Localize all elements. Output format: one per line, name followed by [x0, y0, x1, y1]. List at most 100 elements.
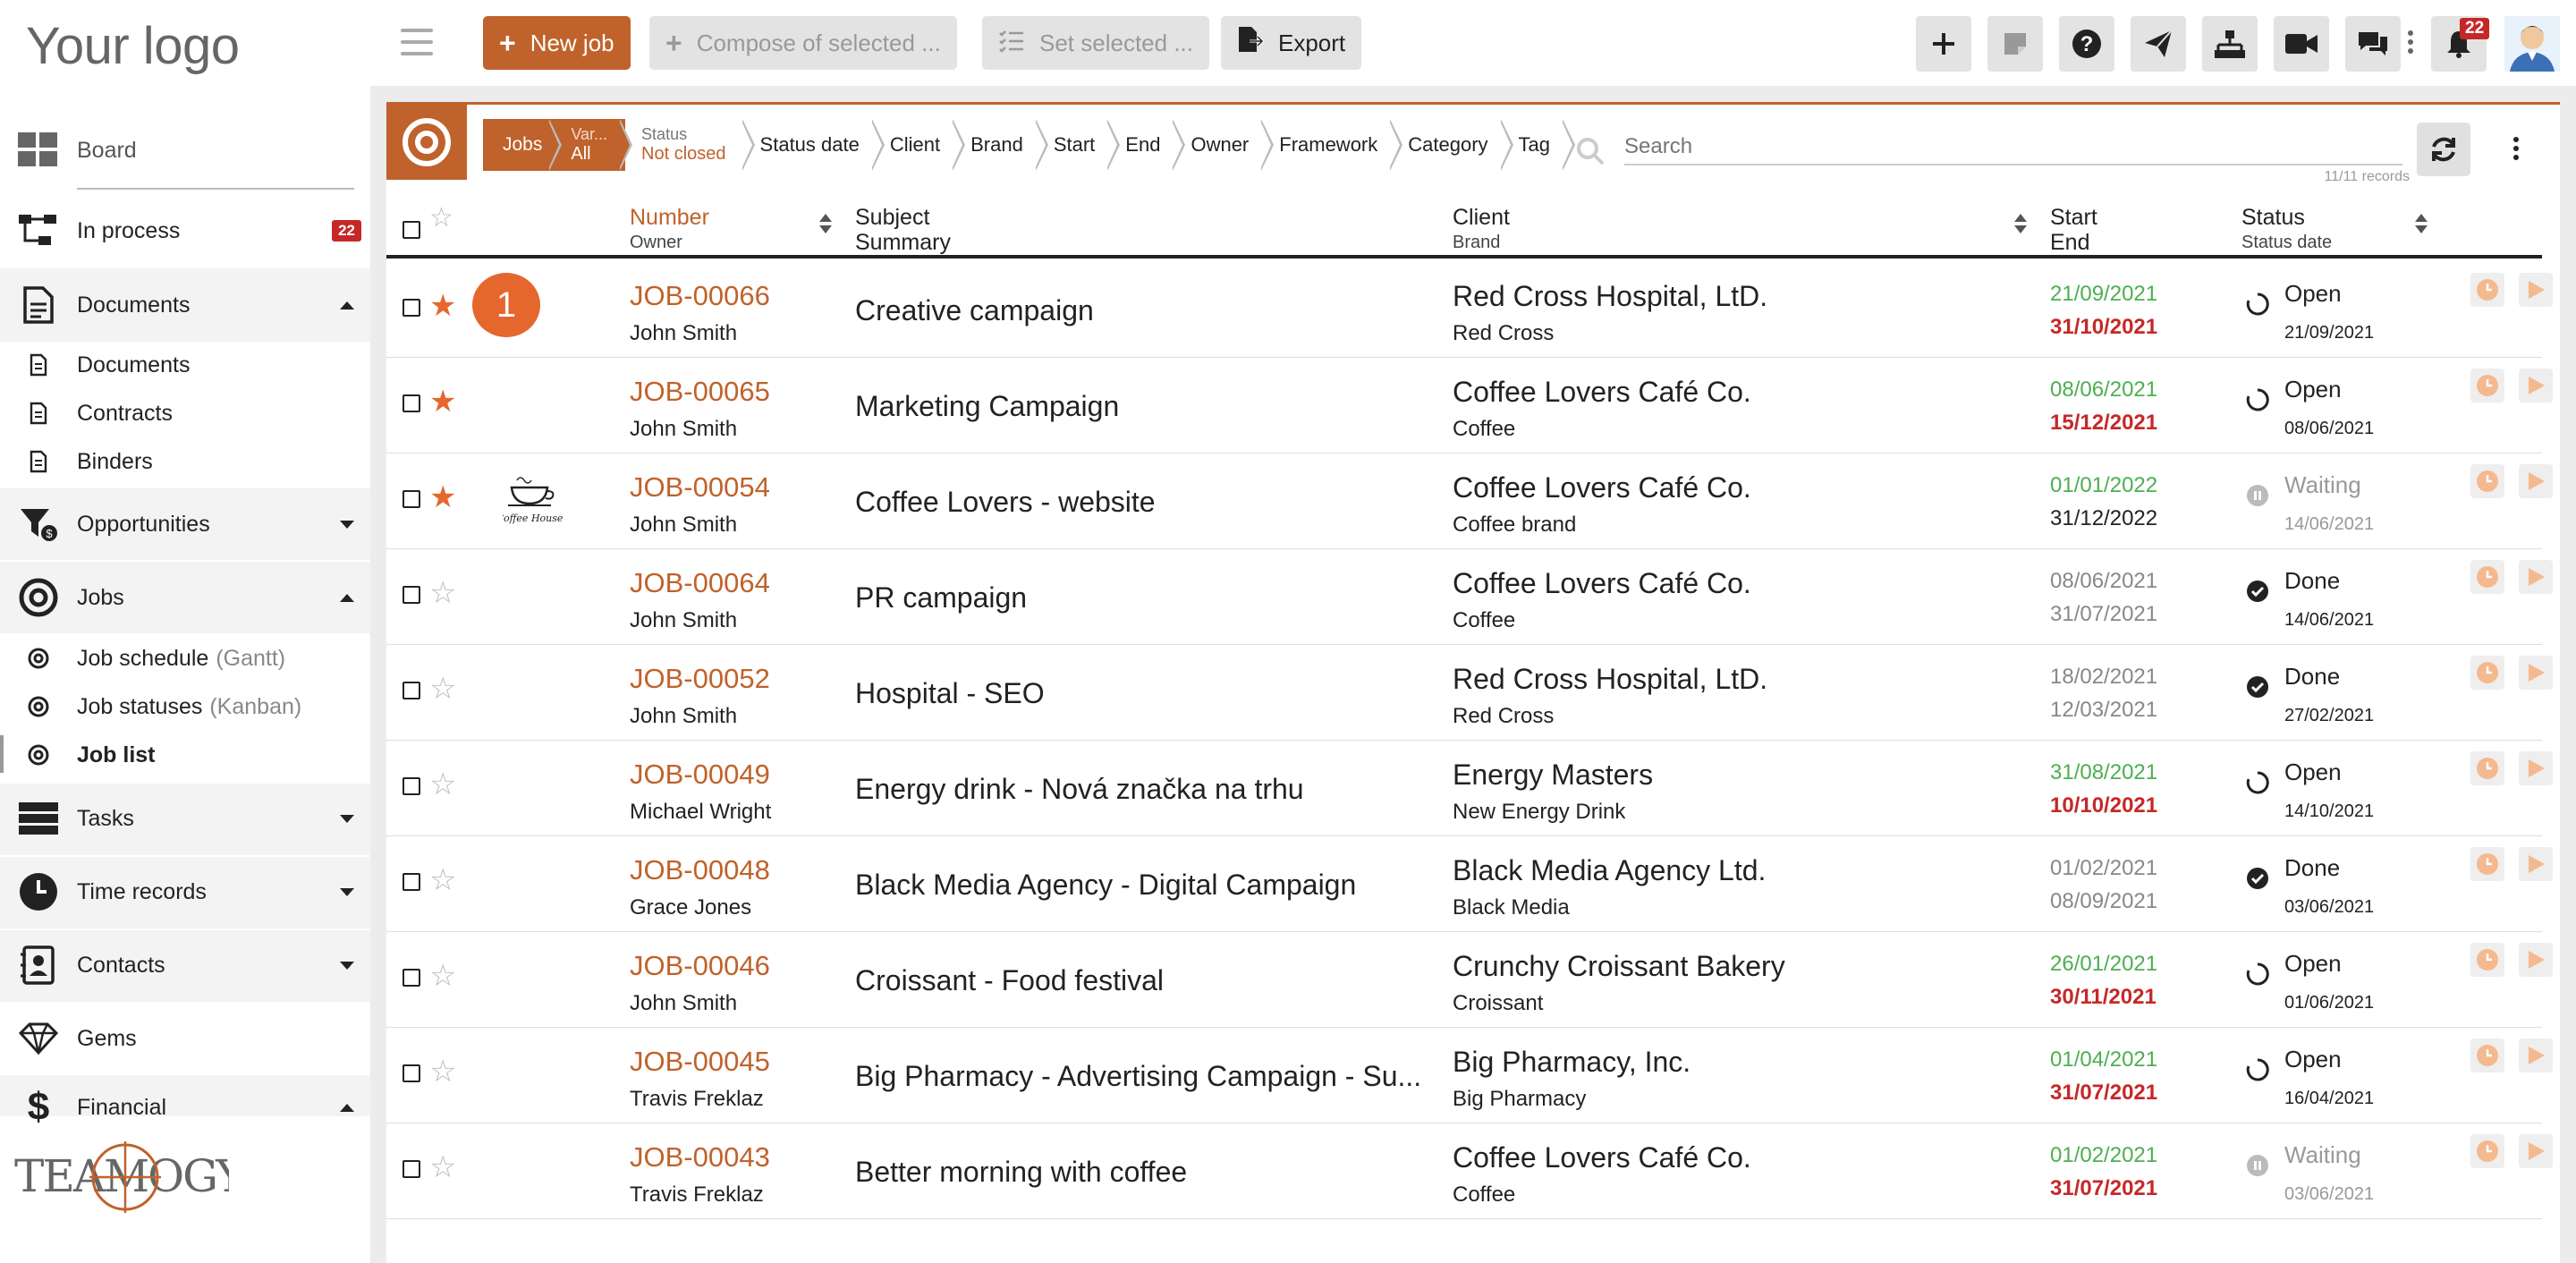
table-row[interactable]: ☆ JOB-00052 John Smith Hospital - SEO Red Cr… [386, 645, 2553, 741]
sidebar-subitem-binders[interactable]: Binders [0, 444, 370, 479]
table-row[interactable]: ☆ JOB-00045 Travis Freklaz Big Pharmacy - A… [386, 1028, 2553, 1123]
sidebar-item-time-records[interactable]: Time records [0, 864, 370, 920]
help-button[interactable]: ? [2059, 16, 2114, 72]
job-number-link[interactable]: JOB-00046 [630, 950, 770, 982]
filter-status[interactable]: Status Not closed [625, 119, 755, 171]
job-number-link[interactable]: JOB-00049 [630, 759, 770, 791]
job-subject[interactable]: Marketing Campaign [855, 390, 1428, 423]
star-outline-icon[interactable]: ☆ [429, 578, 456, 608]
sidebar-subitem-documents[interactable]: Documents [0, 347, 370, 383]
user-avatar[interactable] [2504, 16, 2560, 72]
job-number-link[interactable]: JOB-00048 [630, 854, 770, 886]
job-subject[interactable]: Coffee Lovers - website [855, 486, 1428, 519]
job-number-link[interactable]: JOB-00066 [630, 280, 770, 312]
chevron-up-icon[interactable] [340, 1103, 354, 1112]
job-client[interactable]: Coffee Lovers Café Co. [1453, 567, 1751, 600]
filter-tag[interactable]: Tag [1506, 119, 1576, 171]
table-row[interactable]: ☆ JOB-00064 John Smith PR campaign Coffee Lo… [386, 549, 2553, 645]
job-client[interactable]: Big Pharmacy, Inc. [1453, 1046, 1690, 1079]
start-timer-button[interactable] [2519, 369, 2553, 403]
star-header-icon[interactable]: ☆ [429, 203, 453, 233]
filter-tab-jobs[interactable]: Jobs [483, 119, 563, 171]
job-subject[interactable]: Big Pharmacy - Advertising Campaign - Su… [855, 1060, 1428, 1093]
chevron-up-icon[interactable] [340, 593, 354, 602]
sidebar-subitem-contracts[interactable]: Contracts [0, 395, 370, 431]
sort-icon[interactable] [2014, 214, 2027, 233]
job-subject[interactable]: Black Media Agency - Digital Campaign [855, 869, 1428, 902]
time-tracking-button[interactable] [2470, 847, 2504, 881]
col-subject[interactable]: Subject Summary [855, 205, 951, 255]
row-checkbox[interactable] [402, 490, 420, 508]
sidebar-item-board[interactable]: Board [0, 125, 370, 175]
job-client[interactable]: Crunchy Croissant Bakery [1453, 950, 1785, 983]
sidebar-item-opportunities[interactable]: $ Opportunities [0, 497, 370, 551]
video-button[interactable] [2274, 16, 2329, 72]
sidebar-item-documents[interactable]: Documents [0, 277, 370, 333]
sidebar-subitem-job-list[interactable]: Job list [0, 737, 370, 773]
sidebar-item-tasks[interactable]: Tasks [0, 791, 370, 846]
filter-category[interactable]: Category [1395, 119, 1513, 171]
sidebar-subitem-job-statuses[interactable]: Job statuses (Kanban) [0, 689, 370, 725]
sort-icon[interactable] [819, 214, 832, 233]
job-client[interactable]: Red Cross Hospital, LtD. [1453, 663, 1767, 696]
filter-owner[interactable]: Owner [1178, 119, 1275, 171]
job-number-link[interactable]: JOB-00054 [630, 471, 770, 504]
job-number-link[interactable]: JOB-00052 [630, 663, 770, 695]
start-timer-button[interactable] [2519, 656, 2553, 690]
panel-more-icon[interactable] [2513, 137, 2519, 160]
send-button[interactable] [2131, 16, 2186, 72]
chevron-down-icon[interactable] [340, 520, 354, 529]
job-number-link[interactable]: JOB-00043 [630, 1141, 770, 1174]
filter-variant[interactable]: Var... All [555, 119, 632, 171]
more-options-icon[interactable] [2408, 30, 2413, 54]
col-number[interactable]: Number Owner [630, 205, 709, 255]
filter-brand[interactable]: Brand [958, 119, 1048, 171]
row-checkbox[interactable] [402, 777, 420, 795]
table-row[interactable]: ☆ JOB-00043 Travis Freklaz Better morning w… [386, 1123, 2553, 1219]
app-logo[interactable]: Your logo [26, 16, 240, 76]
set-selected-button[interactable]: Set selected ... [982, 16, 1209, 70]
sidebar-item-financial[interactable]: $ Financial [0, 1082, 370, 1132]
job-subject[interactable]: PR campaign [855, 581, 1428, 615]
menu-icon[interactable] [401, 29, 433, 55]
col-client[interactable]: Client Brand [1453, 205, 1510, 255]
table-row[interactable]: ★ 1 JOB-00066 John Smith Creative campaign Re… [386, 262, 2553, 358]
start-timer-button[interactable] [2519, 464, 2553, 498]
start-timer-button[interactable] [2519, 1134, 2553, 1168]
new-job-button[interactable]: + New job [483, 16, 631, 70]
job-client[interactable]: Black Media Agency Ltd. [1453, 854, 1766, 887]
star-outline-icon[interactable]: ☆ [429, 1056, 456, 1087]
refresh-button[interactable] [2417, 123, 2470, 176]
chevron-up-icon[interactable] [340, 301, 354, 309]
sort-icon[interactable] [2415, 214, 2428, 233]
chevron-down-icon[interactable] [340, 961, 354, 970]
job-client[interactable]: Coffee Lovers Café Co. [1453, 1141, 1751, 1174]
start-timer-button[interactable] [2519, 1038, 2553, 1072]
chat-button[interactable] [2345, 16, 2401, 72]
row-checkbox[interactable] [402, 299, 420, 317]
table-row[interactable]: ☆ JOB-00049 Michael Wright Energy drink - N… [386, 741, 2553, 836]
row-checkbox[interactable] [402, 969, 420, 987]
star-outline-icon[interactable]: ☆ [429, 674, 456, 704]
star-filled-icon[interactable]: ★ [429, 291, 456, 321]
filter-framework[interactable]: Framework [1267, 119, 1403, 171]
select-all-checkbox[interactable] [402, 221, 420, 239]
sidebar-subitem-job-schedule[interactable]: Job schedule (Gantt) [0, 640, 370, 676]
job-subject[interactable]: Energy drink - Nová značka na trhu [855, 773, 1428, 806]
row-checkbox[interactable] [402, 394, 420, 412]
start-timer-button[interactable] [2519, 847, 2553, 881]
job-subject[interactable]: Hospital - SEO [855, 677, 1428, 710]
time-tracking-button[interactable] [2470, 369, 2504, 403]
chevron-down-icon[interactable] [340, 887, 354, 896]
time-tracking-button[interactable] [2470, 464, 2504, 498]
search-input[interactable] [1624, 134, 2402, 159]
table-row[interactable]: ☆ JOB-00046 John Smith Croissant - Food fes… [386, 932, 2553, 1028]
search-field[interactable] [1624, 130, 2402, 165]
time-tracking-button[interactable] [2470, 273, 2504, 307]
start-timer-button[interactable] [2519, 943, 2553, 977]
organization-button[interactable] [2202, 16, 2258, 72]
sidebar-item-gems[interactable]: Gems [0, 1011, 370, 1066]
star-outline-icon[interactable]: ☆ [429, 865, 456, 895]
row-checkbox[interactable] [402, 1064, 420, 1082]
job-number-link[interactable]: JOB-00064 [630, 567, 770, 599]
